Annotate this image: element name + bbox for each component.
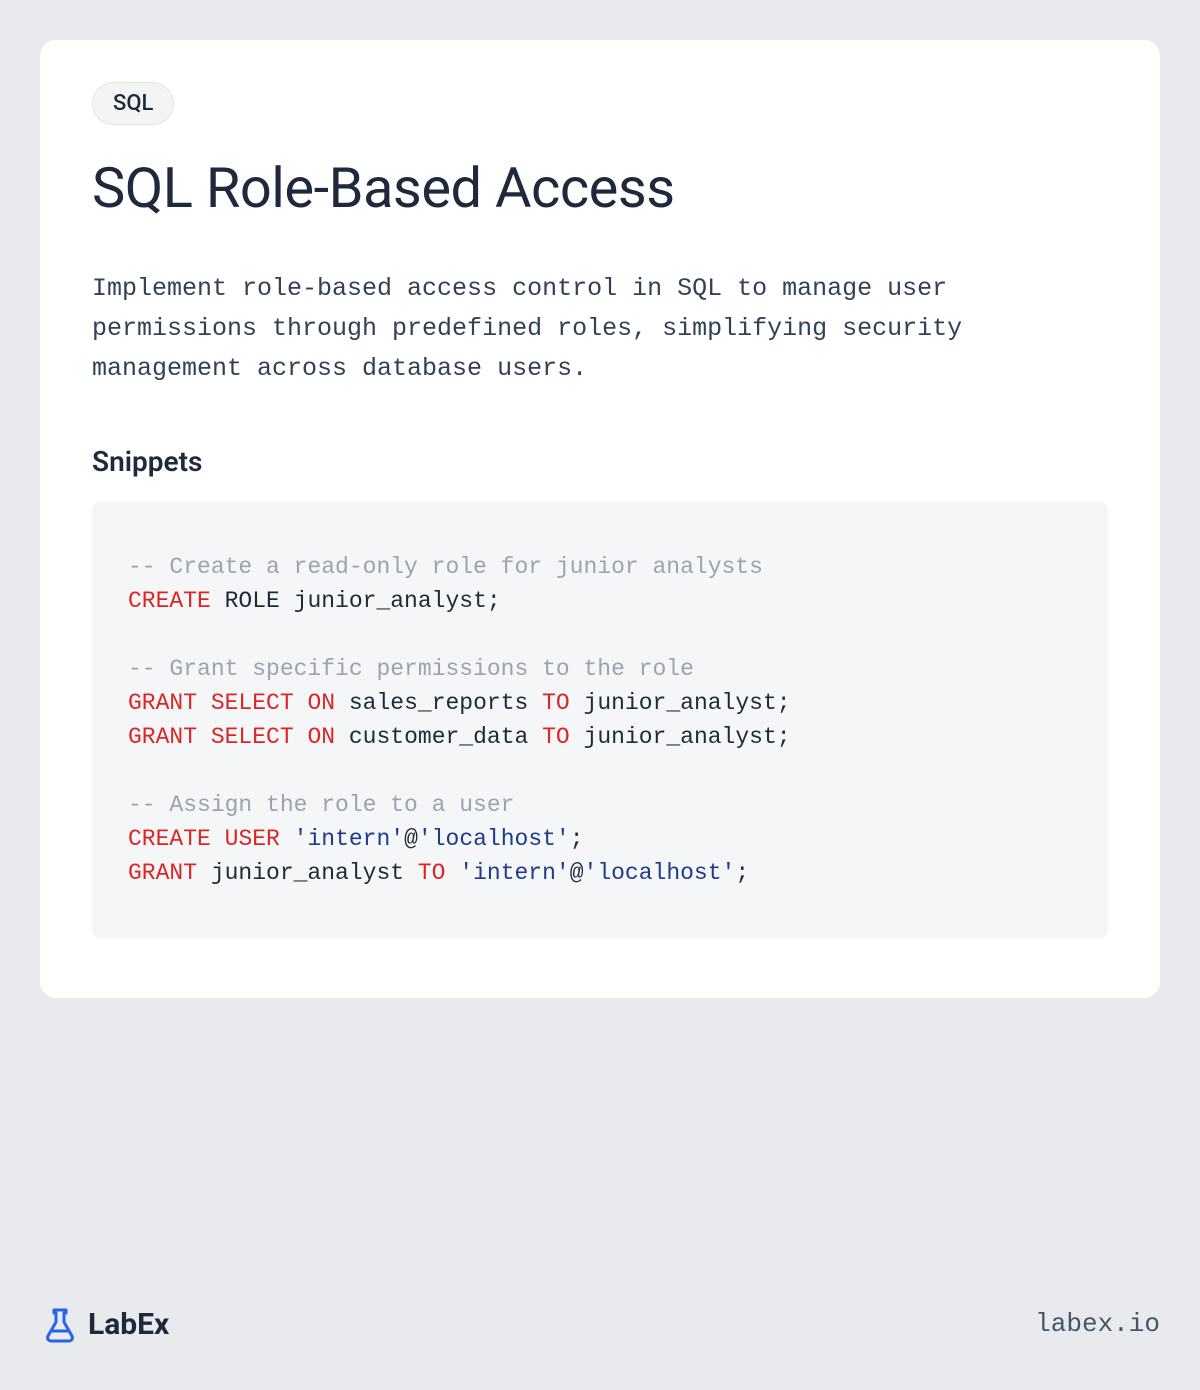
- logo: LabEx: [40, 1304, 169, 1344]
- snippets-heading: Snippets: [92, 445, 1108, 478]
- footer: LabEx labex.io: [40, 1284, 1160, 1350]
- flask-icon: [40, 1304, 80, 1344]
- footer-link: labex.io: [1035, 1309, 1160, 1339]
- code-snippet: -- Create a read-only role for junior an…: [92, 502, 1108, 938]
- content-card: SQL SQL Role-Based Access Implement role…: [40, 40, 1160, 998]
- logo-text: LabEx: [88, 1307, 169, 1342]
- language-badge: SQL: [92, 82, 174, 125]
- page-title: SQL Role-Based Access: [92, 155, 1108, 221]
- description-text: Implement role-based access control in S…: [92, 269, 1108, 389]
